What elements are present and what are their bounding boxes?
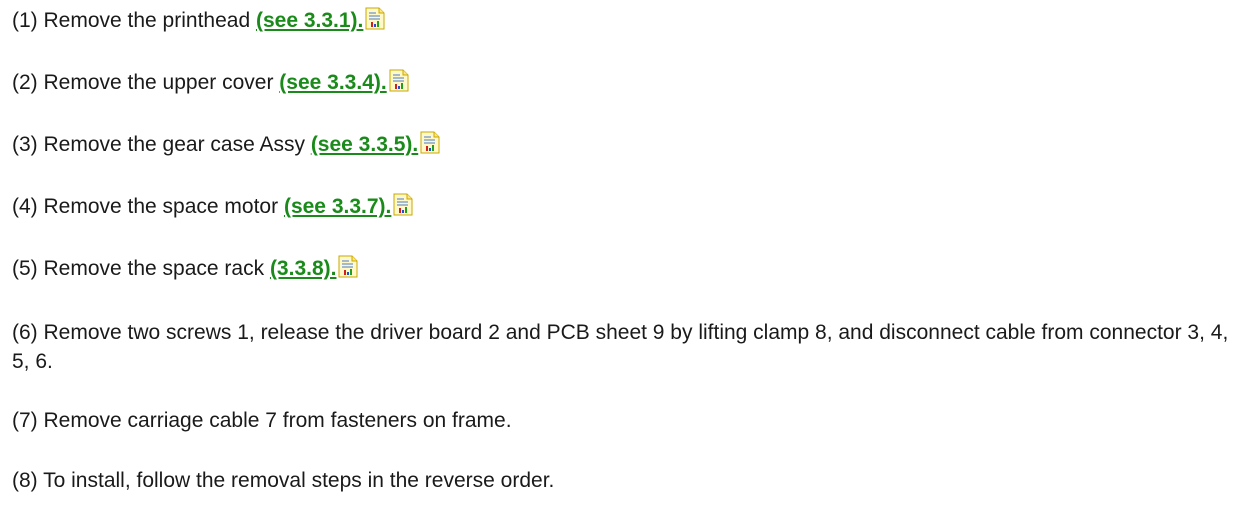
step-5: (5) Remove the space rack (3.3.8). — [12, 254, 358, 283]
step-text: (8) To install, follow the removal steps… — [12, 469, 555, 492]
step-8: (8) To install, follow the removal steps… — [12, 466, 554, 495]
document-icon[interactable] — [338, 255, 358, 278]
section-link[interactable]: (see 3.3.5). — [311, 133, 418, 156]
document-icon[interactable] — [420, 131, 440, 154]
step-6: (6) Remove two screws 1, release the dri… — [12, 318, 1237, 376]
step-text: (3) Remove the gear case Assy — [12, 133, 311, 156]
step-text: (2) Remove the upper cover — [12, 71, 280, 94]
step-text: (1) Remove the printhead — [12, 9, 256, 32]
section-link[interactable]: (see 3.3.7). — [284, 195, 391, 218]
step-7: (7) Remove carriage cable 7 from fastene… — [12, 406, 512, 435]
section-link[interactable]: (see 3.3.4). — [279, 71, 386, 94]
document-icon[interactable] — [393, 193, 413, 216]
step-4: (4) Remove the space motor (see 3.3.7). — [12, 192, 413, 221]
step-text: (5) Remove the space rack — [12, 257, 270, 280]
step-text: (4) Remove the space motor — [12, 195, 284, 218]
document-icon[interactable] — [389, 69, 409, 92]
step-text: (6) Remove two screws 1, release the dri… — [12, 321, 1229, 373]
section-link[interactable]: (see 3.3.1). — [256, 9, 363, 32]
step-3: (3) Remove the gear case Assy (see 3.3.5… — [12, 130, 440, 159]
step-2: (2) Remove the upper cover (see 3.3.4). — [12, 68, 409, 97]
section-link[interactable]: (3.3.8). — [270, 257, 337, 280]
step-1: (1) Remove the printhead (see 3.3.1). — [12, 6, 385, 35]
document-icon[interactable] — [365, 7, 385, 30]
step-text: (7) Remove carriage cable 7 from fastene… — [12, 409, 512, 432]
